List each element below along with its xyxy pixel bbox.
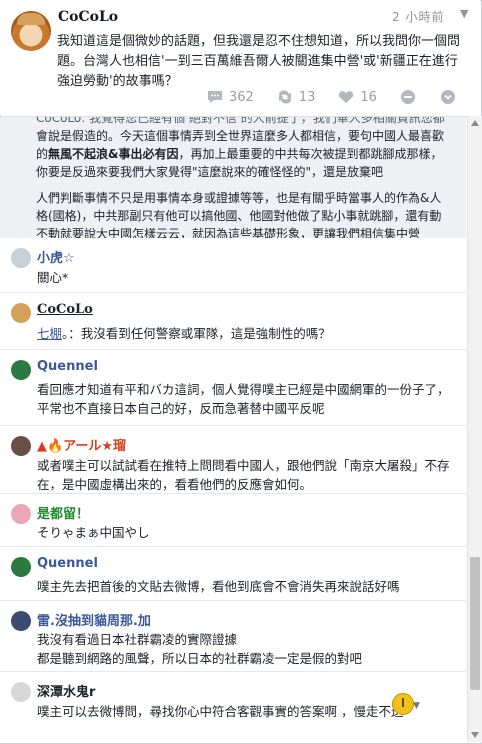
avatar[interactable]	[11, 11, 51, 51]
partial-paragraph-2: 人們判斷事情不只是用事情本身或證據等等，也是有關乎時當事人的作為&人格(國格)，…	[36, 191, 442, 241]
chevron-down-icon[interactable]: ▼	[460, 7, 468, 20]
list-item: ▲🔥アール★瑠 或者噗主可以試試看在推特上問問看中國人，跟他們說「南京大屠殺」不…	[0, 426, 466, 494]
comment-author[interactable]: 深潭水鬼r	[37, 681, 95, 700]
comment-text: そりゃまぁ中国やし	[37, 525, 150, 540]
comment-count[interactable]: 362	[206, 89, 254, 105]
more-options-button[interactable]	[439, 89, 457, 105]
comment-author[interactable]: 是都留！	[37, 503, 89, 522]
avatar[interactable]	[11, 504, 31, 524]
list-item: 雷.沒抽到貓周那.加 我沒有看過日本社群霸凌的實際證據 都是聽到網路的風聲，所以…	[0, 601, 466, 672]
comment-text: 我沒有看過日本社群霸凌的實際證據 都是聽到網路的風聲，所以日本的社群霸凌一定是假…	[37, 632, 363, 666]
list-item: 是都留！ そりゃまぁ中国やし	[0, 494, 466, 547]
replurk-icon	[278, 90, 291, 104]
comment-list[interactable]: CoCoLo: 我覺得您已經有個 絕對不信 的人前提了，我們華人多相關資訊您都 …	[0, 116, 480, 743]
mention-link[interactable]: 七棚	[37, 326, 62, 341]
avatar[interactable]	[11, 436, 31, 456]
list-item: CoCoLo 七棚。：我沒看到任何警察或軍隊，這是強制性的嗎？	[0, 293, 466, 350]
comment-author[interactable]: Quennel	[37, 556, 98, 571]
comment-text: 關心*	[37, 270, 69, 285]
main-post: CoCoLo 2 小時前 ▼ 我知道這是個微妙的話題，但我還是忍不住想知道，所以…	[0, 0, 480, 115]
scrollbar[interactable]	[467, 116, 482, 742]
list-item: Quennel 看回應才知道有平和バカ這詞，個人覺得噗主已經是中國網軍的一份子了…	[0, 350, 466, 426]
comment-text: 看回應才知道有平和バカ這詞，個人覺得噗主已經是中國網軍的一份子了，平常也不直接日…	[37, 382, 450, 416]
partial-line0: CoCoLo: 我覺得您已經有個 絕對不信 的人前提了，我們華人多相關資訊您都	[36, 116, 445, 125]
comment-author[interactable]: Quennel	[37, 359, 98, 374]
post-stats: 362 13 16	[206, 89, 457, 105]
comment-author[interactable]: ▲🔥アール★瑠	[37, 435, 126, 454]
avatar[interactable]	[11, 360, 31, 380]
post-author[interactable]: CoCoLo	[58, 9, 118, 25]
heart-icon	[339, 91, 354, 103]
comment-author[interactable]: 小虎☆	[37, 247, 75, 266]
list-item: 小虎☆ 關心*	[0, 238, 466, 293]
share-count[interactable]: 13	[276, 89, 316, 105]
mute-button[interactable]	[399, 89, 417, 105]
scrollbar-thumb[interactable]	[470, 557, 480, 690]
like-count-value: 16	[360, 89, 377, 105]
avatar[interactable]	[11, 557, 31, 577]
scroll-up-icon[interactable]	[471, 120, 479, 126]
comment-icon	[208, 91, 222, 103]
post-time: 2 小時前	[392, 10, 445, 24]
comment-text: 七棚。：我沒看到任何警察或軍隊，這是強制性的嗎？	[37, 326, 331, 341]
avatar[interactable]	[11, 611, 31, 631]
comment-author[interactable]: 雷.沒抽到貓周那.加	[37, 610, 151, 629]
partial-paragraph-1: 會說是假造的。今天這個事情弄到全世界這麼多人都相信，要句中國人最喜歡的無風不起浪…	[36, 129, 445, 179]
avatar[interactable]	[11, 248, 31, 268]
comment-text: 或者噗主可以試試看在推特上問問看中國人，跟他們說「南京大屠殺」不存在，是中國虛構…	[37, 458, 450, 492]
mute-icon	[400, 90, 415, 104]
chevron-down-icon[interactable]: ▼	[413, 701, 420, 711]
emoji-button-icon[interactable]	[392, 693, 414, 715]
scroll-down-icon[interactable]	[471, 732, 479, 738]
share-count-value: 13	[298, 89, 316, 105]
like-count[interactable]: 16	[337, 89, 377, 105]
avatar[interactable]	[11, 682, 31, 702]
partial-comment: CoCoLo: 我覺得您已經有個 絕對不信 的人前提了，我們華人多相關資訊您都 …	[0, 116, 466, 241]
list-item: Quennel 噗主先去把首後的文貼去微博，看他到底會不會消失再來說話好嗎	[0, 547, 466, 601]
post-text: 我知道這是個微妙的話題，但我還是忍不住想知道，所以我問你一個問題。台灣人也相信'…	[57, 34, 461, 89]
comment-text: 噗主先去把首後的文貼去微博，看他到底會不會消失再來說話好嗎	[37, 579, 400, 594]
avatar[interactable]	[11, 303, 31, 323]
comment-count-value: 362	[229, 89, 254, 105]
chevron-down-icon	[440, 90, 455, 104]
comment-author[interactable]: CoCoLo	[37, 302, 93, 317]
